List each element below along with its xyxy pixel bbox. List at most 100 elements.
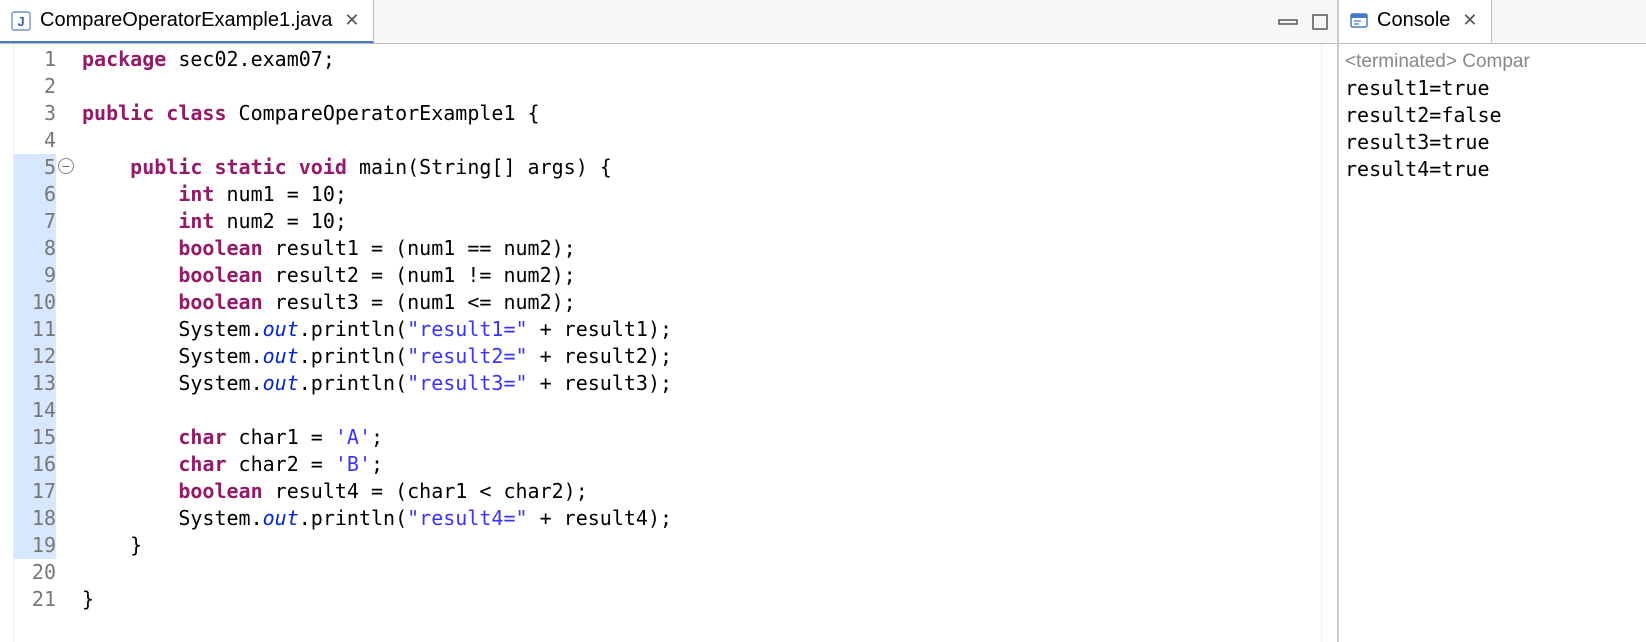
close-icon[interactable]: ✕ bbox=[1458, 10, 1481, 31]
console-icon bbox=[1349, 11, 1369, 31]
line-number-gutter: 1 2 3 4 5 6 7 8 9 10 11 12 13 14 15 16 1… bbox=[14, 44, 62, 642]
svg-text:J: J bbox=[17, 14, 24, 29]
code-text: ; bbox=[371, 452, 383, 476]
line-number: 21 bbox=[14, 586, 56, 613]
line-number: 6 bbox=[14, 181, 56, 208]
line-number: 12 bbox=[14, 343, 56, 370]
line-number: 11 bbox=[14, 316, 56, 343]
line-number: 14 bbox=[14, 397, 56, 424]
code-text: .println( bbox=[299, 344, 407, 368]
keyword: boolean bbox=[178, 263, 262, 287]
code-text: char1 = bbox=[227, 425, 335, 449]
code-text: result1 = (num1 == num2); bbox=[263, 236, 576, 260]
keyword: char bbox=[178, 452, 226, 476]
code-text: System. bbox=[82, 371, 263, 395]
console-output-line: result4=true bbox=[1345, 156, 1640, 183]
console-tab-label: Console bbox=[1377, 9, 1450, 32]
line-number: 9 bbox=[14, 262, 56, 289]
code-text: num2 = 10; bbox=[214, 209, 346, 233]
editor-window-controls bbox=[1277, 0, 1329, 43]
line-number: 3 bbox=[14, 100, 56, 127]
code-text: result2 = (num1 != num2); bbox=[263, 263, 576, 287]
line-number: 7 bbox=[14, 208, 56, 235]
line-number: 4 bbox=[14, 127, 56, 154]
keyword: package bbox=[82, 47, 166, 71]
code-text: sec02.exam07; bbox=[166, 47, 335, 71]
line-number: 16 bbox=[14, 451, 56, 478]
line-number: 20 bbox=[14, 559, 56, 586]
code-text: System. bbox=[82, 344, 263, 368]
string-literal: "result3=" bbox=[407, 371, 527, 395]
keyword: boolean bbox=[178, 290, 262, 314]
editor-pane: J CompareOperatorExample1.java ✕ 1 2 3 4… bbox=[0, 0, 1338, 642]
console-body[interactable]: <terminated> Comparresult1=trueresult2=f… bbox=[1339, 44, 1646, 642]
string-literal: 'A' bbox=[335, 425, 371, 449]
line-number: 19 bbox=[14, 532, 56, 559]
editor-body[interactable]: 1 2 3 4 5 6 7 8 9 10 11 12 13 14 15 16 1… bbox=[0, 44, 1337, 642]
line-number: 15 bbox=[14, 424, 56, 451]
field-ref: out bbox=[263, 344, 299, 368]
code-text: } bbox=[82, 533, 142, 557]
keyword: public bbox=[82, 101, 154, 125]
editor-tab[interactable]: J CompareOperatorExample1.java ✕ bbox=[0, 0, 374, 43]
string-literal: "result4=" bbox=[407, 506, 527, 530]
keyword: class bbox=[166, 101, 226, 125]
code-text: + result1); bbox=[528, 317, 673, 341]
line-number: 1 bbox=[14, 46, 56, 73]
string-literal: 'B' bbox=[335, 452, 371, 476]
console-tab[interactable]: Console ✕ bbox=[1339, 0, 1492, 43]
code-text: .println( bbox=[299, 506, 407, 530]
field-ref: out bbox=[263, 371, 299, 395]
code-text: System. bbox=[82, 317, 263, 341]
console-tab-bar: Console ✕ bbox=[1339, 0, 1646, 44]
keyword: static bbox=[214, 155, 286, 179]
keyword: void bbox=[299, 155, 347, 179]
keyword: int bbox=[178, 209, 214, 233]
console-output-line: result2=false bbox=[1345, 102, 1640, 129]
java-file-icon: J bbox=[10, 10, 32, 32]
console-status: <terminated> Compar bbox=[1345, 48, 1640, 75]
editor-tab-bar: J CompareOperatorExample1.java ✕ bbox=[0, 0, 1337, 44]
line-number: 5 bbox=[14, 154, 56, 181]
minimize-icon[interactable] bbox=[1277, 15, 1299, 29]
fold-collapse-icon[interactable]: − bbox=[58, 158, 74, 174]
code-text: main(String[] args) { bbox=[347, 155, 612, 179]
editor-tab-label: CompareOperatorExample1.java bbox=[40, 9, 332, 32]
keyword: int bbox=[178, 182, 214, 206]
code-text: num1 = 10; bbox=[214, 182, 346, 206]
line-number: 8 bbox=[14, 235, 56, 262]
fold-column: − bbox=[62, 44, 80, 642]
code-text: + result2); bbox=[528, 344, 673, 368]
console-output-line: result1=true bbox=[1345, 75, 1640, 102]
maximize-icon[interactable] bbox=[1311, 13, 1329, 31]
code-text: .println( bbox=[299, 371, 407, 395]
code-text: .println( bbox=[299, 317, 407, 341]
keyword: boolean bbox=[178, 236, 262, 260]
console-pane: Console ✕ <terminated> Comparresult1=tru… bbox=[1338, 0, 1646, 642]
line-number: 10 bbox=[14, 289, 56, 316]
field-ref: out bbox=[263, 317, 299, 341]
line-number: 17 bbox=[14, 478, 56, 505]
keyword: public bbox=[130, 155, 202, 179]
keyword: boolean bbox=[178, 479, 262, 503]
string-literal: "result2=" bbox=[407, 344, 527, 368]
string-literal: "result1=" bbox=[407, 317, 527, 341]
line-number: 18 bbox=[14, 505, 56, 532]
code-area[interactable]: package sec02.exam07; public class Compar… bbox=[80, 44, 1321, 642]
code-text: result3 = (num1 <= num2); bbox=[263, 290, 576, 314]
code-text: } bbox=[82, 587, 94, 611]
keyword: char bbox=[178, 425, 226, 449]
field-ref: out bbox=[263, 506, 299, 530]
marker-column bbox=[0, 44, 14, 642]
code-text: + result4); bbox=[528, 506, 673, 530]
code-text: CompareOperatorExample1 { bbox=[227, 101, 540, 125]
code-text: result4 = (char1 < char2); bbox=[263, 479, 588, 503]
line-number: 2 bbox=[14, 73, 56, 100]
code-text: ; bbox=[371, 425, 383, 449]
line-number: 13 bbox=[14, 370, 56, 397]
overview-ruler[interactable] bbox=[1321, 44, 1337, 642]
code-text: + result3); bbox=[528, 371, 673, 395]
code-text: char2 = bbox=[227, 452, 335, 476]
console-output-line: result3=true bbox=[1345, 129, 1640, 156]
close-icon[interactable]: ✕ bbox=[340, 10, 363, 31]
